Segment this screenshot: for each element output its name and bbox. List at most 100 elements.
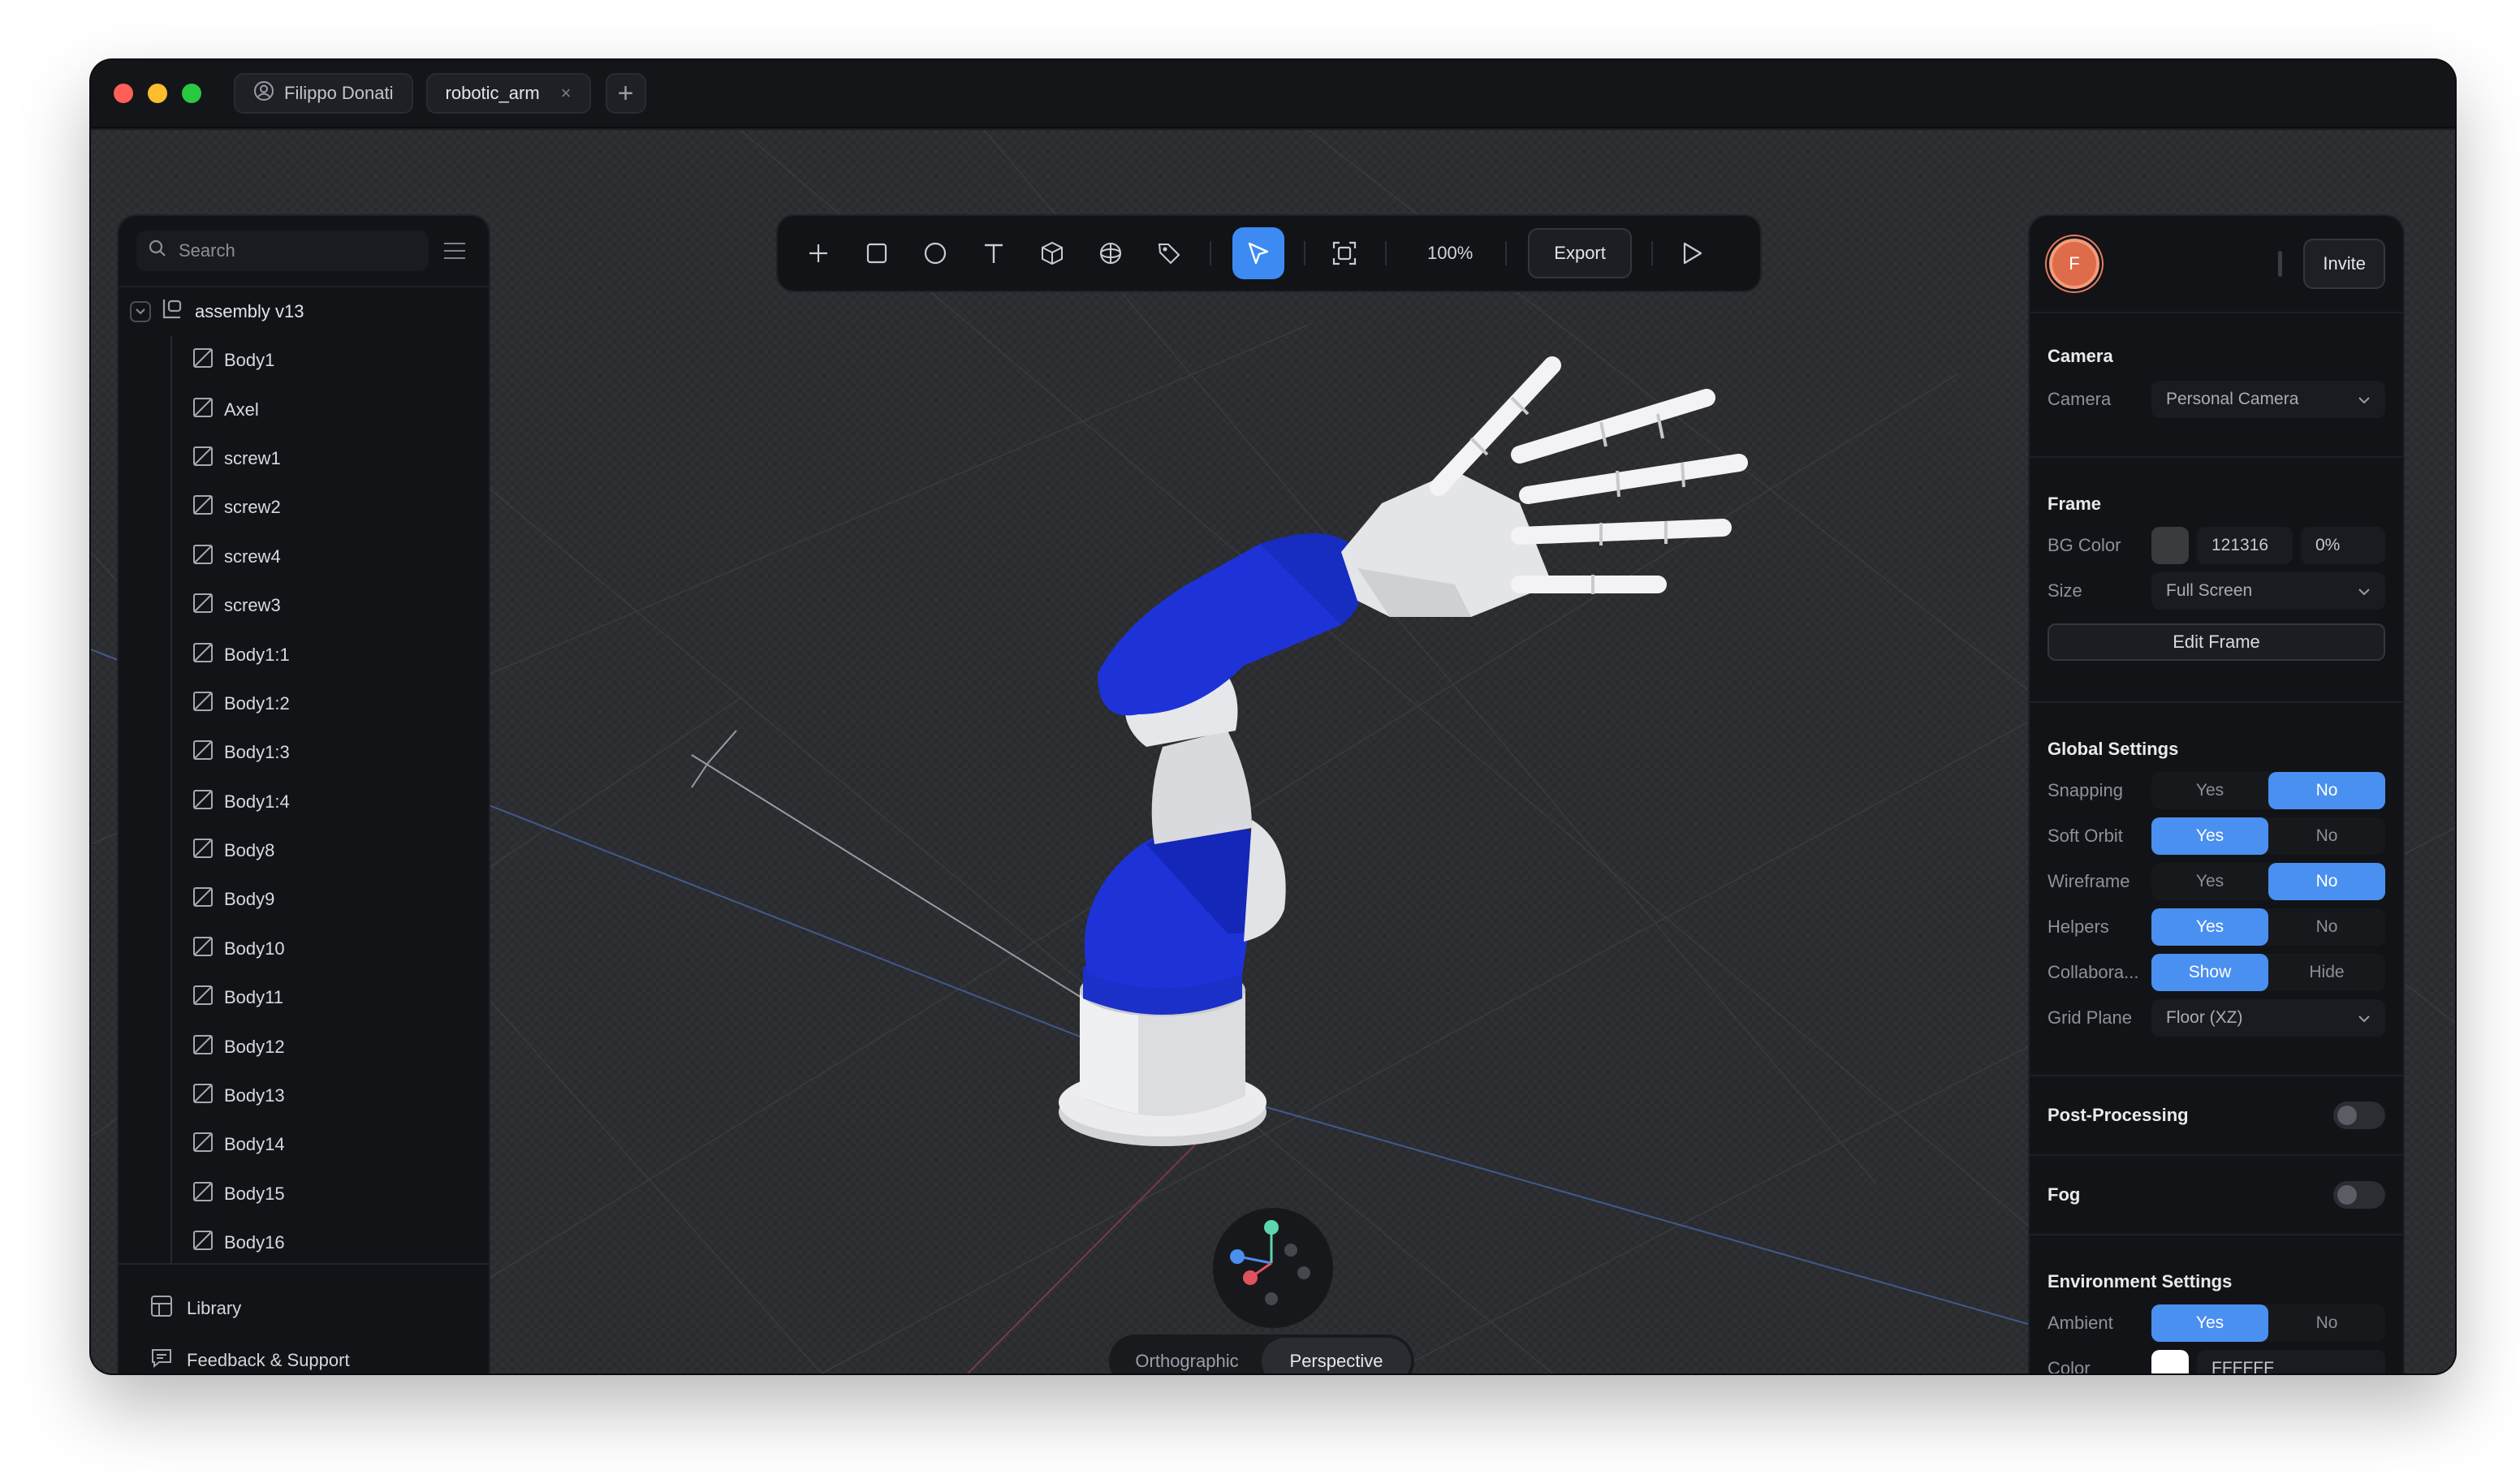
library-link[interactable]: Library [119, 1283, 489, 1335]
setting-option-b[interactable]: No [2268, 908, 2385, 946]
setting-label: Helpers [2048, 916, 2109, 937]
layer-item-label: screw4 [224, 545, 281, 567]
setting-option-b[interactable]: Hide [2268, 954, 2385, 991]
layer-item[interactable]: Body1:3 [119, 728, 489, 777]
toolbar-separator [1210, 241, 1211, 265]
pointer-icon[interactable] [1232, 227, 1284, 279]
layer-item[interactable]: Body10 [119, 925, 489, 973]
sphere-icon[interactable] [1093, 235, 1128, 271]
invite-button[interactable]: Invite [2303, 239, 2385, 289]
fog-toggle[interactable] [2333, 1181, 2385, 1209]
layer-item[interactable]: Body14 [119, 1120, 489, 1169]
close-window-button[interactable] [114, 84, 133, 103]
export-button[interactable]: Export [1528, 228, 1632, 278]
layer-item-label: Body10 [224, 938, 285, 959]
layer-item[interactable]: screw2 [119, 483, 489, 532]
size-select[interactable]: Full Screen [2151, 572, 2385, 610]
viewport-canvas[interactable]: Search assembly v13 Body1 Axel screw1 screw… [91, 130, 2455, 1373]
search-row: Search [119, 216, 489, 271]
post-processing-toggle[interactable] [2333, 1102, 2385, 1129]
layer-item[interactable]: Body1:1 [119, 630, 489, 679]
layer-item[interactable]: screw3 [119, 581, 489, 630]
menu-icon[interactable] [437, 243, 472, 259]
setting-row: Collabora... Show Hide [2048, 950, 2385, 995]
layer-item[interactable]: Body1 [119, 336, 489, 385]
rectangle-icon[interactable] [859, 235, 895, 271]
edit-frame-button[interactable]: Edit Frame [2048, 623, 2385, 661]
new-tab-button[interactable]: + [605, 73, 646, 114]
chevron-down-icon [2358, 581, 2371, 601]
ambient-no[interactable]: No [2268, 1304, 2385, 1342]
layer-item[interactable]: Body13 [119, 1072, 489, 1120]
tag-icon[interactable] [1151, 235, 1187, 271]
fog-label: Fog [2048, 1184, 2081, 1205]
setting-option-a[interactable]: Yes [2151, 908, 2268, 946]
toolbar-separator [1505, 241, 1508, 265]
layer-item[interactable]: Body1:4 [119, 778, 489, 826]
layer-item-label: Body13 [224, 1085, 285, 1106]
text-icon[interactable] [976, 235, 1012, 271]
cube-icon[interactable] [1034, 235, 1070, 271]
ambient-yes[interactable]: Yes [2151, 1304, 2268, 1342]
library-icon [149, 1294, 174, 1323]
body-icon [192, 886, 214, 913]
setting-option-a[interactable]: Yes [2151, 863, 2268, 900]
body-icon [192, 690, 214, 718]
bg-color-swatch[interactable] [2151, 527, 2189, 564]
bg-opacity-input[interactable]: 0% [2301, 527, 2385, 564]
layer-item[interactable]: screw4 [119, 533, 489, 581]
feedback-label: Feedback & Support [187, 1350, 350, 1370]
layer-item[interactable]: Body16 [119, 1218, 489, 1267]
search-input[interactable]: Search [136, 231, 429, 271]
perspective-option[interactable]: Perspective [1262, 1338, 1411, 1373]
post-processing-label: Post-Processing [2048, 1105, 2189, 1125]
grid-plane-value: Floor (XZ) [2166, 1008, 2243, 1027]
layer-item-label: Body1:3 [224, 742, 290, 763]
layer-item[interactable]: Body1:2 [119, 679, 489, 728]
setting-option-b[interactable]: No [2268, 863, 2385, 900]
setting-option-a[interactable]: Yes [2151, 817, 2268, 855]
camera-select[interactable]: Personal Camera [2151, 381, 2385, 418]
global-settings-title: Global Settings [2048, 739, 2179, 759]
play-icon[interactable] [1674, 235, 1710, 271]
layer-item[interactable]: screw1 [119, 434, 489, 483]
grid-plane-select[interactable]: Floor (XZ) [2151, 999, 2385, 1037]
setting-row: Wireframe Yes No [2048, 859, 2385, 904]
layer-item[interactable]: Body8 [119, 826, 489, 875]
layer-item-label: screw2 [224, 497, 281, 518]
env-hex-input[interactable]: FFFFFF [2197, 1350, 2385, 1373]
layer-item-label: Body8 [224, 840, 275, 861]
setting-option-b[interactable]: No [2268, 817, 2385, 855]
close-tab-icon[interactable]: × [561, 83, 572, 104]
chevron-down-icon [2358, 1008, 2371, 1028]
layer-item[interactable]: Body11 [119, 973, 489, 1022]
tree-root-assembly[interactable]: assembly v13 [119, 287, 489, 336]
plus-icon[interactable] [800, 235, 836, 271]
layer-item[interactable]: Body15 [119, 1170, 489, 1218]
file-tab[interactable]: robotic_arm × [425, 73, 591, 114]
avatar[interactable]: F [2049, 239, 2099, 289]
orientation-gizmo[interactable] [1213, 1208, 1333, 1328]
orthographic-option[interactable]: Orthographic [1112, 1338, 1262, 1373]
env-color-swatch[interactable] [2151, 1350, 2189, 1373]
body-icon [192, 494, 214, 521]
layer-item[interactable]: Body9 [119, 875, 489, 924]
library-label: Library [187, 1298, 242, 1318]
setting-option-b[interactable]: No [2268, 772, 2385, 809]
bg-hex-input[interactable]: 121316 [2197, 527, 2293, 564]
feedback-link[interactable]: Feedback & Support [119, 1335, 489, 1373]
chevron-down-icon[interactable] [130, 301, 151, 322]
frame-icon[interactable] [1327, 235, 1362, 271]
layer-item[interactable]: Axel [119, 385, 489, 433]
setting-row: Helpers Yes No [2048, 904, 2385, 950]
minimize-window-button[interactable] [148, 84, 167, 103]
body-icon [192, 788, 214, 816]
maximize-window-button[interactable] [182, 84, 201, 103]
layer-item[interactable]: Body12 [119, 1022, 489, 1071]
setting-option-a[interactable]: Show [2151, 954, 2268, 991]
circle-icon[interactable] [917, 235, 953, 271]
user-tab[interactable]: Filippo Donati [234, 73, 413, 114]
env-color-label: Color [2048, 1358, 2091, 1373]
setting-option-a[interactable]: Yes [2151, 772, 2268, 809]
zoom-level[interactable]: 100% [1427, 243, 1473, 264]
